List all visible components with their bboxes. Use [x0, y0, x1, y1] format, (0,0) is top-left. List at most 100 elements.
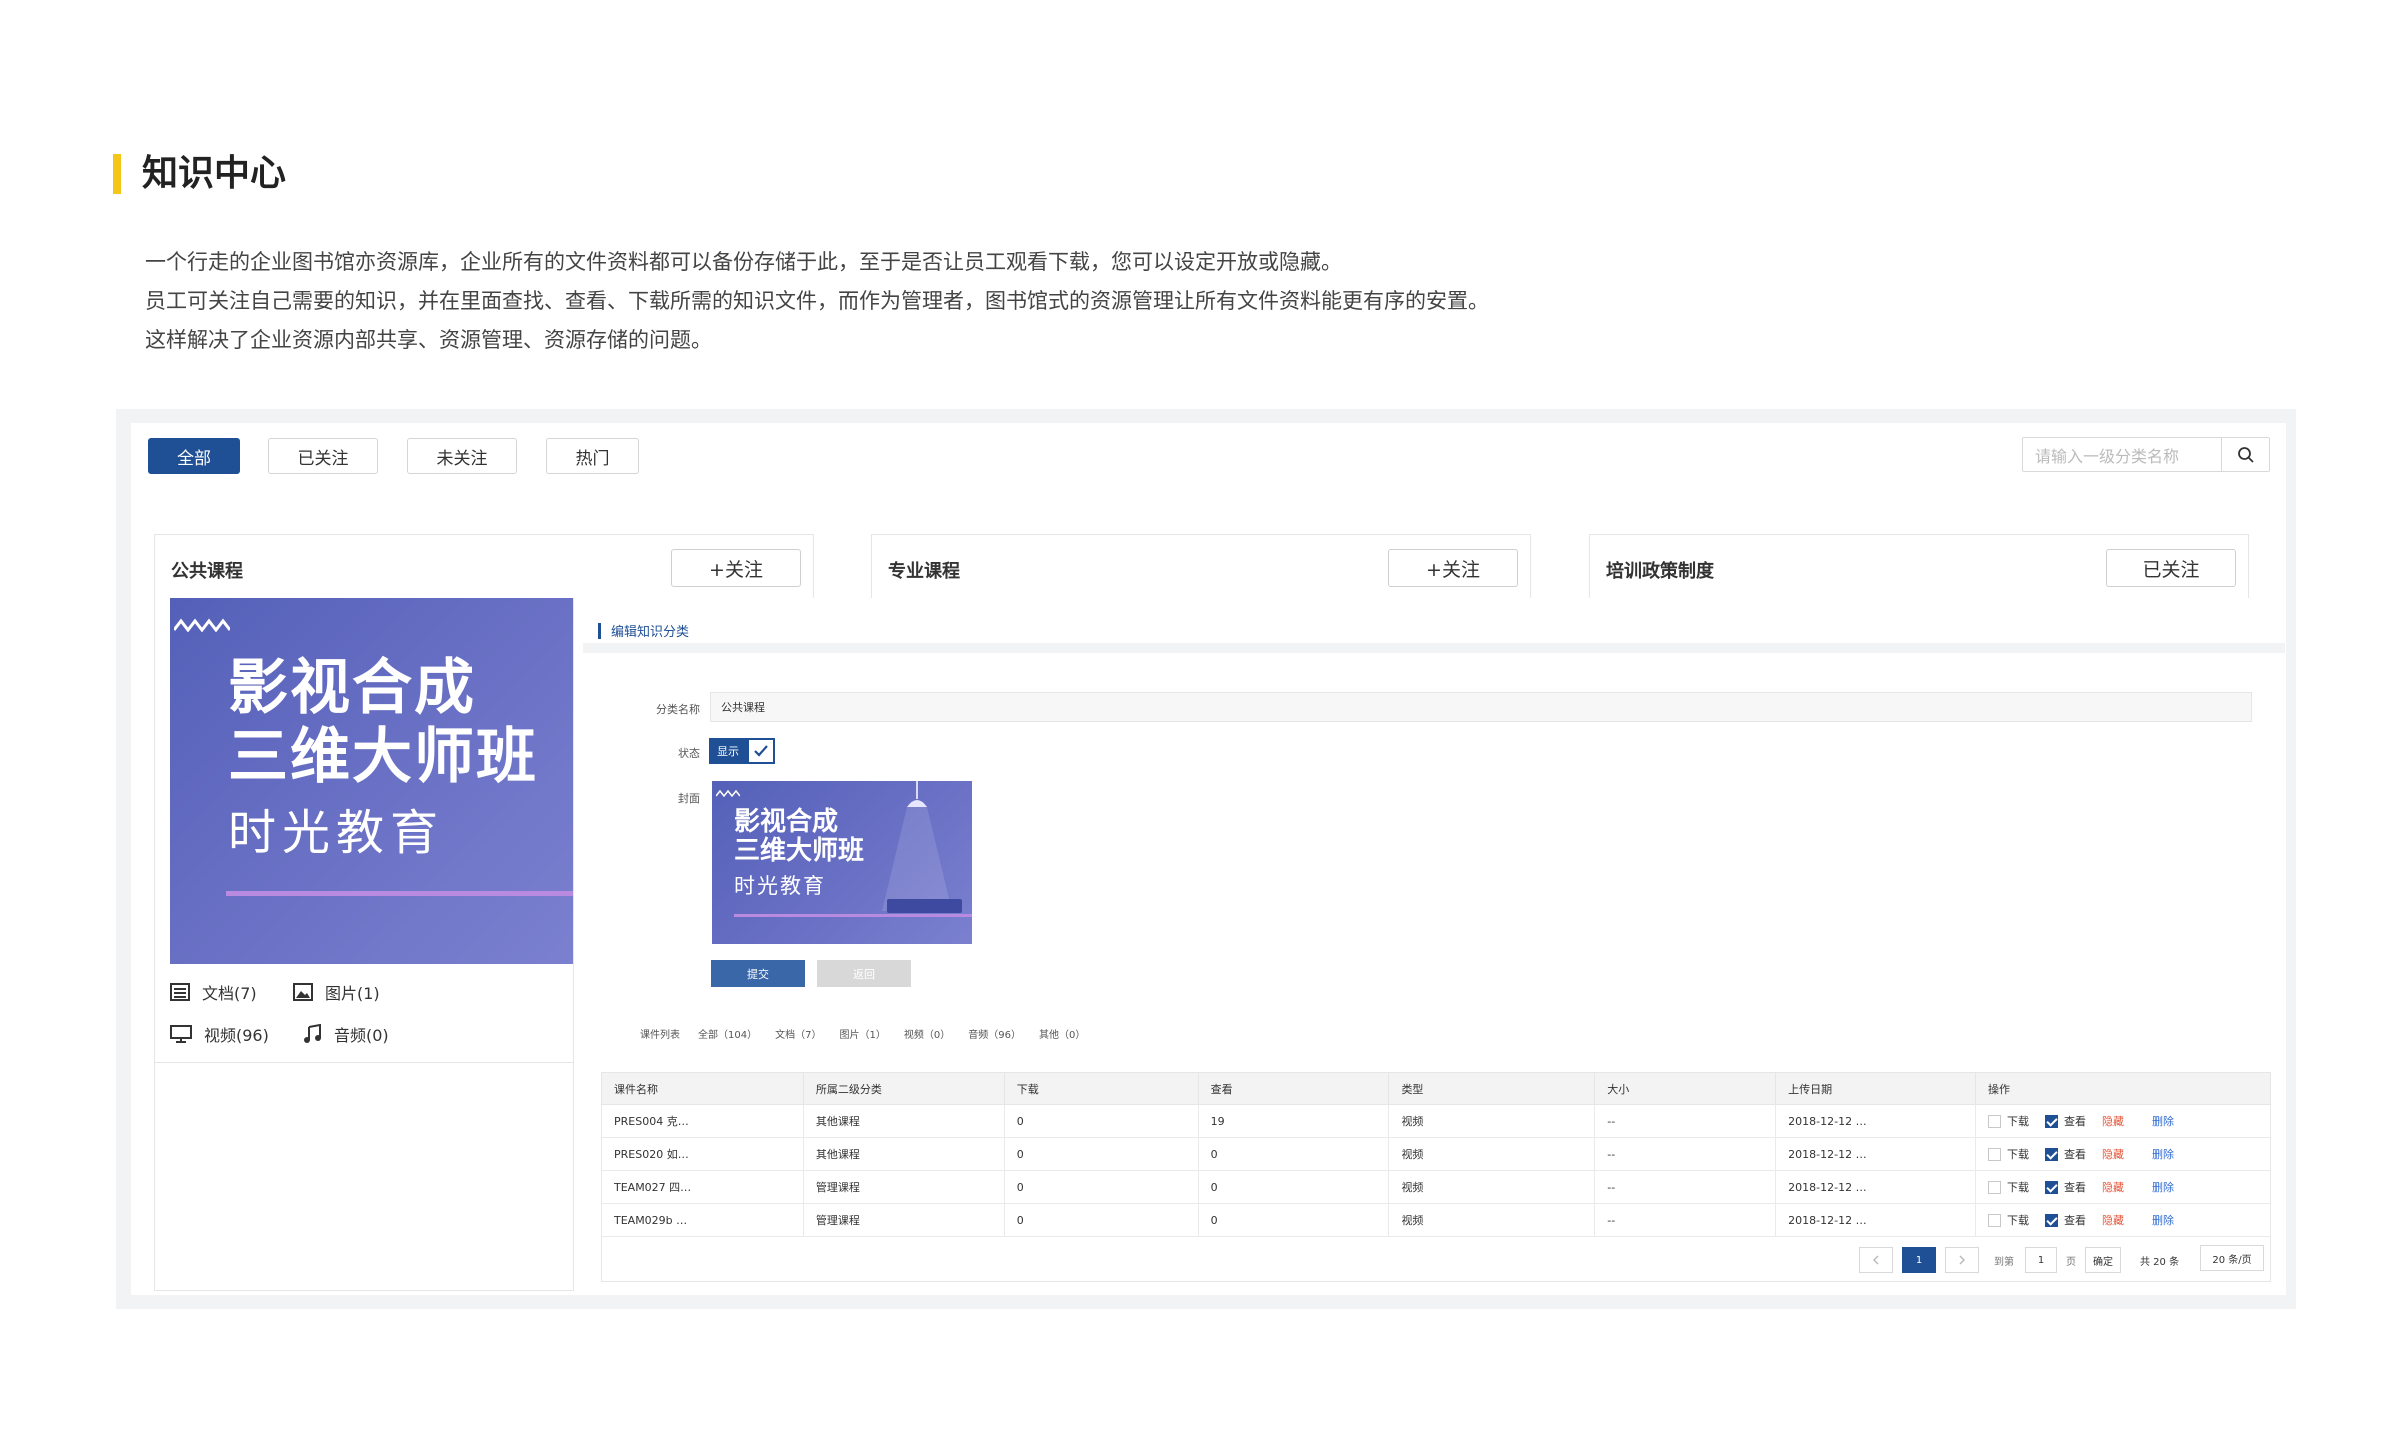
view-label: 查看	[2064, 1148, 2087, 1161]
cover-title-line2: 三维大师班	[228, 722, 538, 792]
category-name-field[interactable]: 公共课程	[710, 692, 2252, 722]
cell-name: TEAM029b …	[601, 1203, 804, 1237]
cell-name: PRES004 克…	[601, 1104, 804, 1138]
cell-actions: 下载 查看 隐藏 删除	[1975, 1170, 2271, 1204]
download-checkbox[interactable]	[1988, 1147, 2002, 1161]
description-line: 员工可关注自己需要的知识，并在里面查找、查看、下载所需的知识文件，而作为管理者，…	[145, 289, 1489, 313]
cell-downloads: 0	[1003, 1104, 1199, 1138]
download-checkbox[interactable]	[1988, 1114, 2002, 1128]
filter-followed-button[interactable]: 已关注	[268, 438, 378, 474]
stat-audio: 音频(0)	[302, 1022, 389, 1046]
stat-audio-label: 音频(0)	[334, 1026, 389, 1045]
submit-button[interactable]: 提交	[711, 960, 805, 987]
hide-link[interactable]: 隐藏	[2102, 1212, 2124, 1228]
page-description: 一个行走的企业图书馆亦资源库，企业所有的文件资料都可以备份存储于此，至于是否让员…	[145, 243, 1489, 360]
column-header: 课件名称	[601, 1072, 804, 1105]
back-button[interactable]: 返回	[817, 960, 911, 987]
cover-subtitle: 时光教育	[734, 874, 826, 898]
cover-title-line1: 影视合成	[734, 807, 839, 837]
cover-preview-image[interactable]: 影视合成 三维大师班 时光教育	[712, 781, 972, 944]
goto-label: 到第	[1994, 1257, 2014, 1268]
cell-size: --	[1594, 1104, 1777, 1138]
hide-link[interactable]: 隐藏	[2102, 1113, 2124, 1129]
delete-link[interactable]: 删除	[2152, 1113, 2174, 1129]
edit-panel-header: 编辑知识分类	[583, 609, 2285, 653]
follow-button[interactable]: +关注	[1388, 549, 1518, 587]
cell-type: 视频	[1388, 1203, 1596, 1237]
download-checkbox[interactable]	[1988, 1180, 2002, 1194]
count-tab-videos[interactable]: 视频（0）	[904, 1026, 950, 1041]
search-button[interactable]	[2221, 438, 2269, 471]
count-tab-audio[interactable]: 音频（96）	[968, 1026, 1021, 1041]
view-checkbox[interactable]	[2045, 1114, 2059, 1128]
cover-accent-line	[226, 891, 573, 896]
prev-page-button[interactable]	[1859, 1247, 1893, 1273]
filter-all-button[interactable]: 全部	[148, 438, 240, 474]
category-card-public: 公共课程 +关注	[154, 534, 814, 598]
check-icon	[747, 738, 775, 764]
table-row: PRES004 克… 其他课程 0 19 视频 -- 2018-12-12 … …	[601, 1104, 2271, 1138]
page-size-select[interactable]: 20 条/页	[2200, 1245, 2264, 1271]
download-label: 下载	[2007, 1181, 2030, 1194]
follow-button[interactable]: +关注	[671, 549, 801, 587]
image-icon	[293, 983, 313, 1001]
page-button-current[interactable]: 1	[1902, 1247, 1936, 1273]
cell-size: --	[1594, 1137, 1777, 1171]
cell-name: TEAM027 四…	[601, 1170, 804, 1204]
description-line: 一个行走的企业图书馆亦资源库，企业所有的文件资料都可以备份存储于此，至于是否让员…	[145, 250, 1342, 274]
courseware-table: 课件名称 所属二级分类 下载 查看 类型 大小 上传日期 操作 PRES004 …	[601, 1072, 2271, 1237]
filter-hot-button[interactable]: 热门	[546, 438, 639, 474]
filter-unfollowed-button[interactable]: 未关注	[407, 438, 517, 474]
status-toggle[interactable]: 显示	[709, 738, 775, 764]
delete-link[interactable]: 删除	[2152, 1212, 2174, 1228]
count-tab-docs[interactable]: 文档（7）	[775, 1026, 821, 1041]
view-label: 查看	[2064, 1181, 2087, 1194]
edit-panel-title: 编辑知识分类	[611, 625, 690, 640]
table-header-row: 课件名称 所属二级分类 下载 查看 类型 大小 上传日期 操作	[601, 1072, 2271, 1105]
status-label: 状态	[678, 747, 700, 760]
cell-downloads: 0	[1003, 1203, 1199, 1237]
category-cover-image[interactable]: 影视合成 三维大师班 时光教育	[170, 598, 573, 964]
goto-page-input[interactable]: 1	[2025, 1247, 2057, 1273]
category-card-professional: 专业课程 +关注	[871, 534, 1531, 598]
hide-link[interactable]: 隐藏	[2102, 1146, 2124, 1162]
view-checkbox[interactable]	[2045, 1180, 2059, 1194]
delete-link[interactable]: 删除	[2152, 1179, 2174, 1195]
cell-views: 0	[1197, 1137, 1390, 1171]
count-tab-other[interactable]: 其他（0）	[1039, 1026, 1085, 1041]
cell-date: 2018-12-12 …	[1775, 1170, 1977, 1204]
page-title: 知识中心	[142, 153, 287, 194]
chevron-right-icon	[1959, 1255, 1966, 1265]
category-name: 培训政策制度	[1606, 561, 1714, 582]
cover-title-line1: 影视合成	[228, 653, 476, 723]
download-label: 下载	[2007, 1148, 2030, 1161]
stat-videos: 视频(96)	[170, 1022, 269, 1046]
cell-type: 视频	[1388, 1104, 1596, 1138]
goto-confirm-button[interactable]: 确定	[2085, 1247, 2121, 1273]
hide-link[interactable]: 隐藏	[2102, 1179, 2124, 1195]
cell-actions: 下载 查看 隐藏 删除	[1975, 1203, 2271, 1237]
cell-size: --	[1594, 1203, 1777, 1237]
table-row: TEAM029b … 管理课程 0 0 视频 -- 2018-12-12 … 下…	[601, 1203, 2271, 1237]
next-page-button[interactable]	[1945, 1247, 1979, 1273]
column-header: 类型	[1388, 1072, 1596, 1105]
search-icon	[2237, 446, 2254, 463]
count-tab-images[interactable]: 图片（1）	[839, 1026, 885, 1041]
chevron-left-icon	[1872, 1255, 1879, 1265]
monitor-icon	[170, 1025, 192, 1043]
download-checkbox[interactable]	[1988, 1213, 2002, 1227]
category-name-value: 公共课程	[721, 701, 765, 714]
cell-downloads: 0	[1003, 1137, 1199, 1171]
cell-date: 2018-12-12 …	[1775, 1203, 1977, 1237]
view-checkbox[interactable]	[2045, 1147, 2059, 1161]
download-label: 下载	[2007, 1115, 2030, 1128]
column-header: 查看	[1197, 1072, 1390, 1105]
search-input[interactable]: 请输入一级分类名称	[2023, 438, 2221, 471]
cover-title-line2: 三维大师班	[734, 836, 865, 866]
followed-button[interactable]: 已关注	[2106, 549, 2236, 587]
count-tab-all[interactable]: 全部（104）	[698, 1026, 757, 1041]
view-checkbox[interactable]	[2045, 1213, 2059, 1227]
cover-label: 封面	[678, 792, 700, 805]
delete-link[interactable]: 删除	[2152, 1146, 2174, 1162]
cell-date: 2018-12-12 …	[1775, 1104, 1977, 1138]
